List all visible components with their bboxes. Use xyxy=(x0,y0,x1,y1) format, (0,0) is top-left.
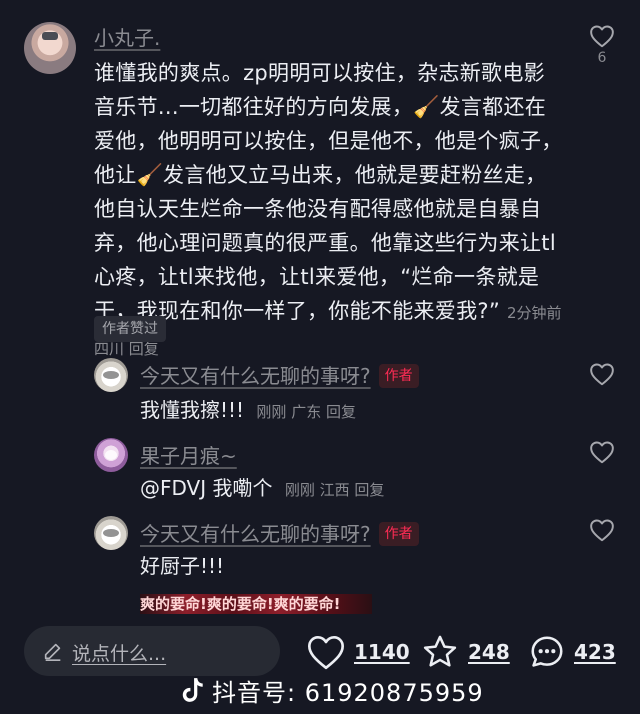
heart-outline-icon xyxy=(590,519,614,542)
pencil-icon xyxy=(44,643,61,661)
like-button[interactable]: 1140 xyxy=(306,630,410,674)
heart-outline-icon xyxy=(590,441,614,464)
tiktok-logo-icon xyxy=(182,678,203,702)
reply-text: @FDVJ 我嘞个 xyxy=(140,476,273,500)
favorite-count: 248 xyxy=(468,640,510,664)
reply-like-button[interactable] xyxy=(582,440,622,464)
reply-body: 我懂我擦!!! 刚刚 广东 回复 xyxy=(140,394,356,423)
favorite-button[interactable]: 248 xyxy=(420,630,510,674)
chat-bubble-icon xyxy=(531,636,563,667)
heart-outline-icon xyxy=(308,635,344,670)
avatar[interactable] xyxy=(94,516,128,550)
like-count: 6 xyxy=(597,50,607,66)
avatar[interactable] xyxy=(94,358,128,392)
author-liked-badge: 作者赞过 xyxy=(94,316,166,342)
like-count: 1140 xyxy=(354,640,410,664)
author-tag: 作者 xyxy=(378,522,419,546)
avatar[interactable] xyxy=(94,438,128,472)
author-tag: 作者 xyxy=(378,364,419,388)
reply-username[interactable]: 今天又有什么无聊的事呀? 作者 xyxy=(140,518,419,547)
heart-outline-icon xyxy=(590,363,614,386)
comment-count: 423 xyxy=(574,640,616,664)
watermark: 抖音号: 61920875959 xyxy=(180,672,484,708)
reply-meta[interactable]: 刚刚 江西 回复 xyxy=(285,481,385,499)
reply-text: 好厨子!!! xyxy=(140,554,225,578)
comment-username[interactable]: 小丸子. xyxy=(94,22,160,51)
reply-username[interactable]: 今天又有什么无聊的事呀? 作者 xyxy=(140,360,419,389)
reply-like-button[interactable] xyxy=(582,362,622,386)
sticker-image[interactable]: 爽的要命!爽的要命!爽的要命! xyxy=(140,594,372,614)
star-outline-icon xyxy=(423,635,457,667)
reply-username[interactable]: 果子月痕~ xyxy=(140,440,237,469)
comment-text: 谁懂我的爽点。zp明明可以按住，杂志新歌电影音乐节...一切都往好的方向发展，🧹… xyxy=(94,61,563,323)
reply-meta[interactable]: 刚刚 广东 回复 xyxy=(256,403,356,421)
reply-text: 我懂我擦!!! xyxy=(140,398,245,422)
comment-button[interactable]: 423 xyxy=(528,630,616,674)
reply-body: @FDVJ 我嘞个 刚刚 江西 回复 xyxy=(140,472,384,501)
heart-outline-icon xyxy=(590,25,614,48)
comment-like-button[interactable]: 6 xyxy=(582,24,622,66)
reply-like-button[interactable] xyxy=(582,518,622,542)
comment-input[interactable]: 说点什么... xyxy=(24,626,280,676)
avatar[interactable] xyxy=(24,22,76,74)
comment-input-placeholder: 说点什么... xyxy=(72,643,167,665)
watermark-text: 抖音号: 61920875959 xyxy=(212,678,484,707)
